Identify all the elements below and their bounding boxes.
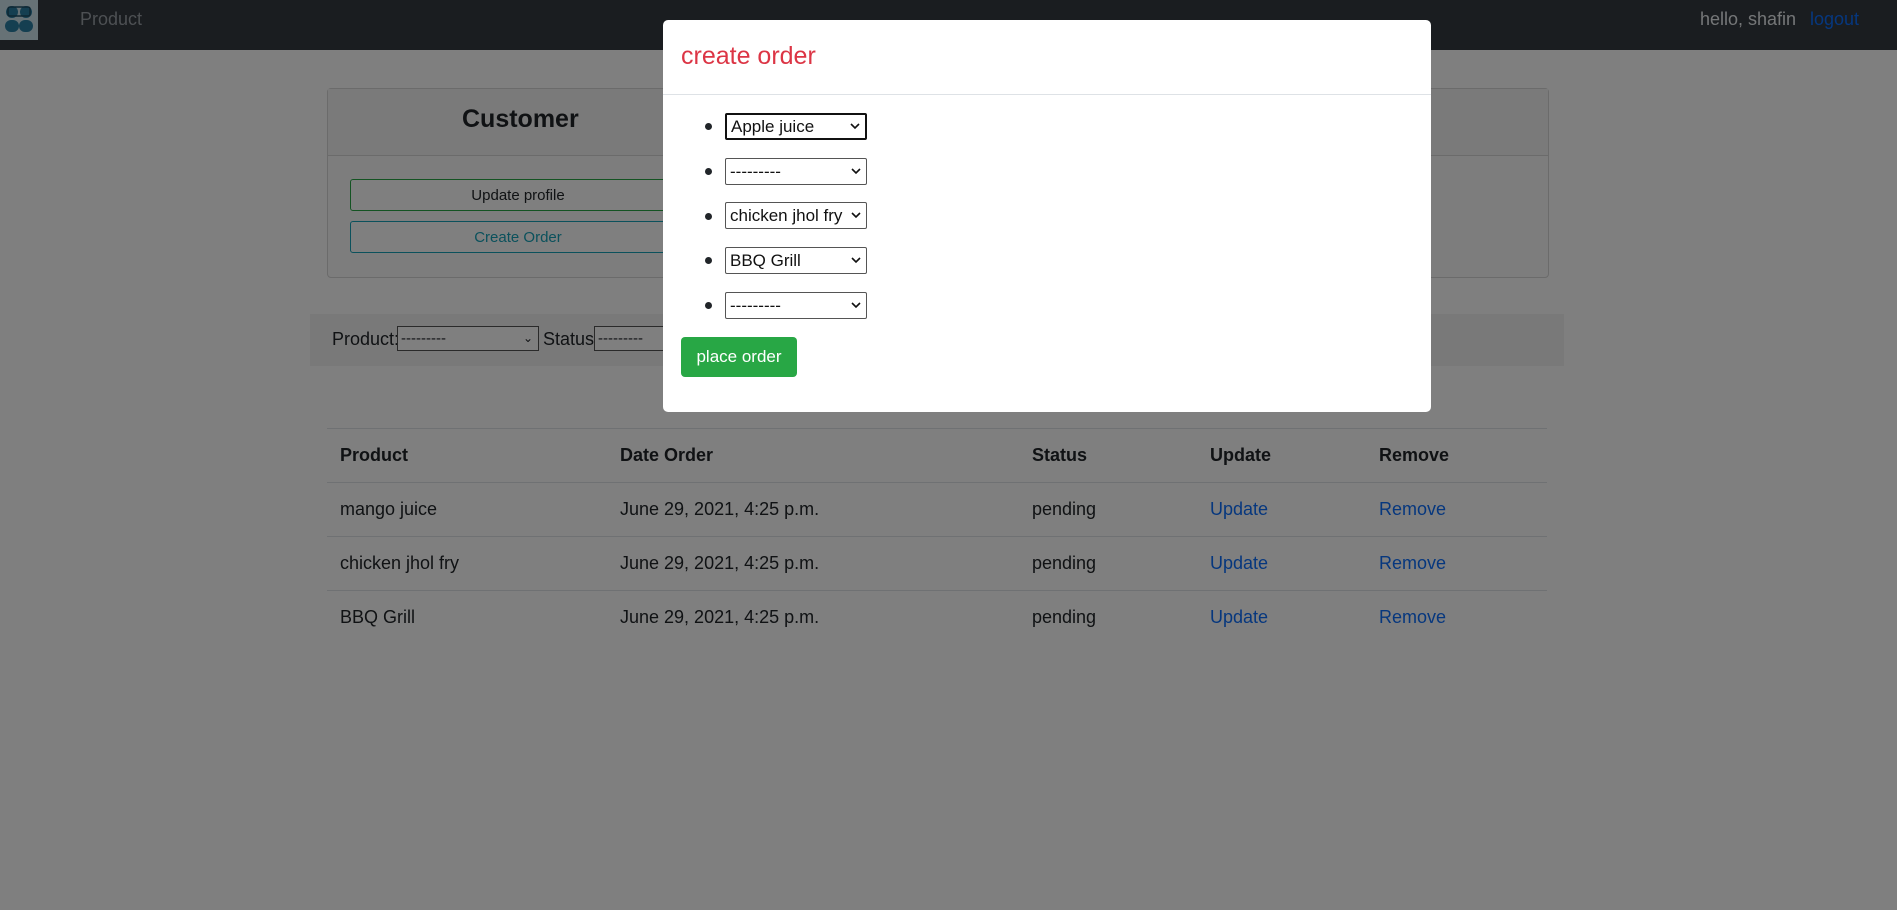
order-item-value: Apple juice (731, 117, 815, 136)
order-item-select[interactable]: --------- (725, 292, 867, 319)
list-bullet (705, 168, 712, 175)
order-item-select[interactable]: chicken jhol fry (725, 202, 867, 229)
chevron-down-icon (849, 203, 863, 228)
order-item-select[interactable]: --------- (725, 158, 867, 185)
list-bullet (705, 302, 712, 309)
modal-title: create order (681, 42, 816, 70)
place-order-button[interactable]: place order (681, 337, 797, 377)
list-bullet (705, 213, 712, 220)
list-bullet (705, 123, 712, 130)
order-item-value: chicken jhol fry (730, 206, 843, 225)
order-item-select[interactable]: BBQ Grill (725, 247, 867, 274)
order-item-value: --------- (730, 162, 781, 181)
create-order-modal: create order Apple juice --------- chick… (663, 20, 1431, 412)
order-item-value: --------- (730, 296, 781, 315)
chevron-down-icon (848, 115, 862, 138)
order-item-value: BBQ Grill (730, 251, 801, 270)
chevron-down-icon (849, 159, 863, 184)
list-bullet (705, 257, 712, 264)
order-item-select[interactable]: Apple juice (725, 113, 867, 140)
chevron-down-icon (849, 248, 863, 273)
modal-header: create order (663, 20, 1431, 95)
chevron-down-icon (849, 293, 863, 318)
